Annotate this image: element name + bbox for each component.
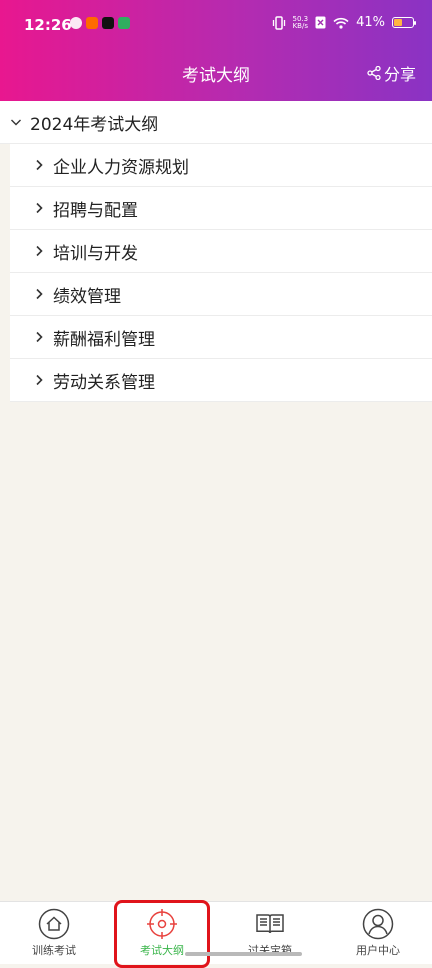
- chevron-right-icon: [33, 202, 45, 214]
- tiktok-icon: [102, 17, 114, 29]
- battery-percent: 41%: [356, 15, 385, 30]
- outline-item-label: 劳动关系管理: [53, 372, 155, 393]
- outline-item[interactable]: 培训与开发: [10, 230, 432, 273]
- outline-item[interactable]: 薪酬福利管理: [10, 316, 432, 359]
- share-icon: [367, 66, 381, 80]
- book-icon: [256, 914, 284, 934]
- tab-label: 用户中心: [356, 944, 400, 957]
- outline-item-label: 薪酬福利管理: [53, 329, 155, 350]
- tab-label: 训练考试: [32, 944, 76, 957]
- home-indicator[interactable]: [185, 952, 302, 956]
- net-speed-unit: KB/s: [292, 21, 308, 30]
- app-header: 12:26 50.3 KB/s 41% 考试大纲 分享: [0, 0, 432, 101]
- user-icon: [362, 908, 394, 940]
- share-button[interactable]: 分享: [367, 61, 416, 85]
- net-speed: 50.3 KB/s: [292, 15, 309, 30]
- outline-item[interactable]: 劳动关系管理: [10, 359, 432, 402]
- outline-group-2024[interactable]: 2024年考试大纲: [0, 101, 432, 144]
- chevron-right-icon: [33, 374, 45, 386]
- share-label: 分享: [383, 65, 416, 84]
- app-icon-2: [86, 17, 98, 29]
- chevron-down-icon: [10, 116, 22, 128]
- outline-item-label: 培训与开发: [53, 243, 138, 264]
- chevron-right-icon: [33, 288, 45, 300]
- chevron-right-icon: [33, 245, 45, 257]
- notification-icons: [70, 17, 130, 29]
- outline-item-label: 绩效管理: [53, 286, 121, 307]
- tab-training-exam[interactable]: 训练考试: [0, 902, 108, 964]
- title-bar: 考试大纲 分享: [0, 52, 432, 92]
- home-icon: [38, 908, 70, 940]
- wifi-icon: [333, 17, 349, 29]
- sim-off-icon: [315, 16, 326, 29]
- app-icon-1: [70, 17, 82, 29]
- tab-user-center[interactable]: 用户中心: [324, 902, 432, 964]
- outline-item[interactable]: 企业人力资源规划: [10, 144, 432, 187]
- outline-item[interactable]: 招聘与配置: [10, 187, 432, 230]
- status-bar: 12:26 50.3 KB/s 41%: [0, 0, 432, 50]
- outline-item-label: 企业人力资源规划: [53, 157, 189, 178]
- outline-item-label: 招聘与配置: [53, 200, 138, 221]
- chevron-right-icon: [33, 331, 45, 343]
- status-right: 50.3 KB/s 41%: [272, 15, 416, 30]
- bottom-tab-bar: 训练考试 考试大纲 过关宝箱 用户中心: [0, 900, 432, 968]
- chevron-right-icon: [33, 159, 45, 171]
- app-icon-4: [118, 17, 130, 29]
- vibrate-icon: [272, 15, 285, 30]
- outline-group-label: 2024年考试大纲: [30, 114, 159, 135]
- outline-list: 2024年考试大纲 企业人力资源规划 招聘与配置 培训与开发 绩效管理 薪酬福利…: [0, 101, 432, 402]
- outline-item[interactable]: 绩效管理: [10, 273, 432, 316]
- highlight-box: [114, 900, 210, 968]
- battery-icon: [392, 17, 416, 28]
- status-time: 12:26: [24, 16, 72, 34]
